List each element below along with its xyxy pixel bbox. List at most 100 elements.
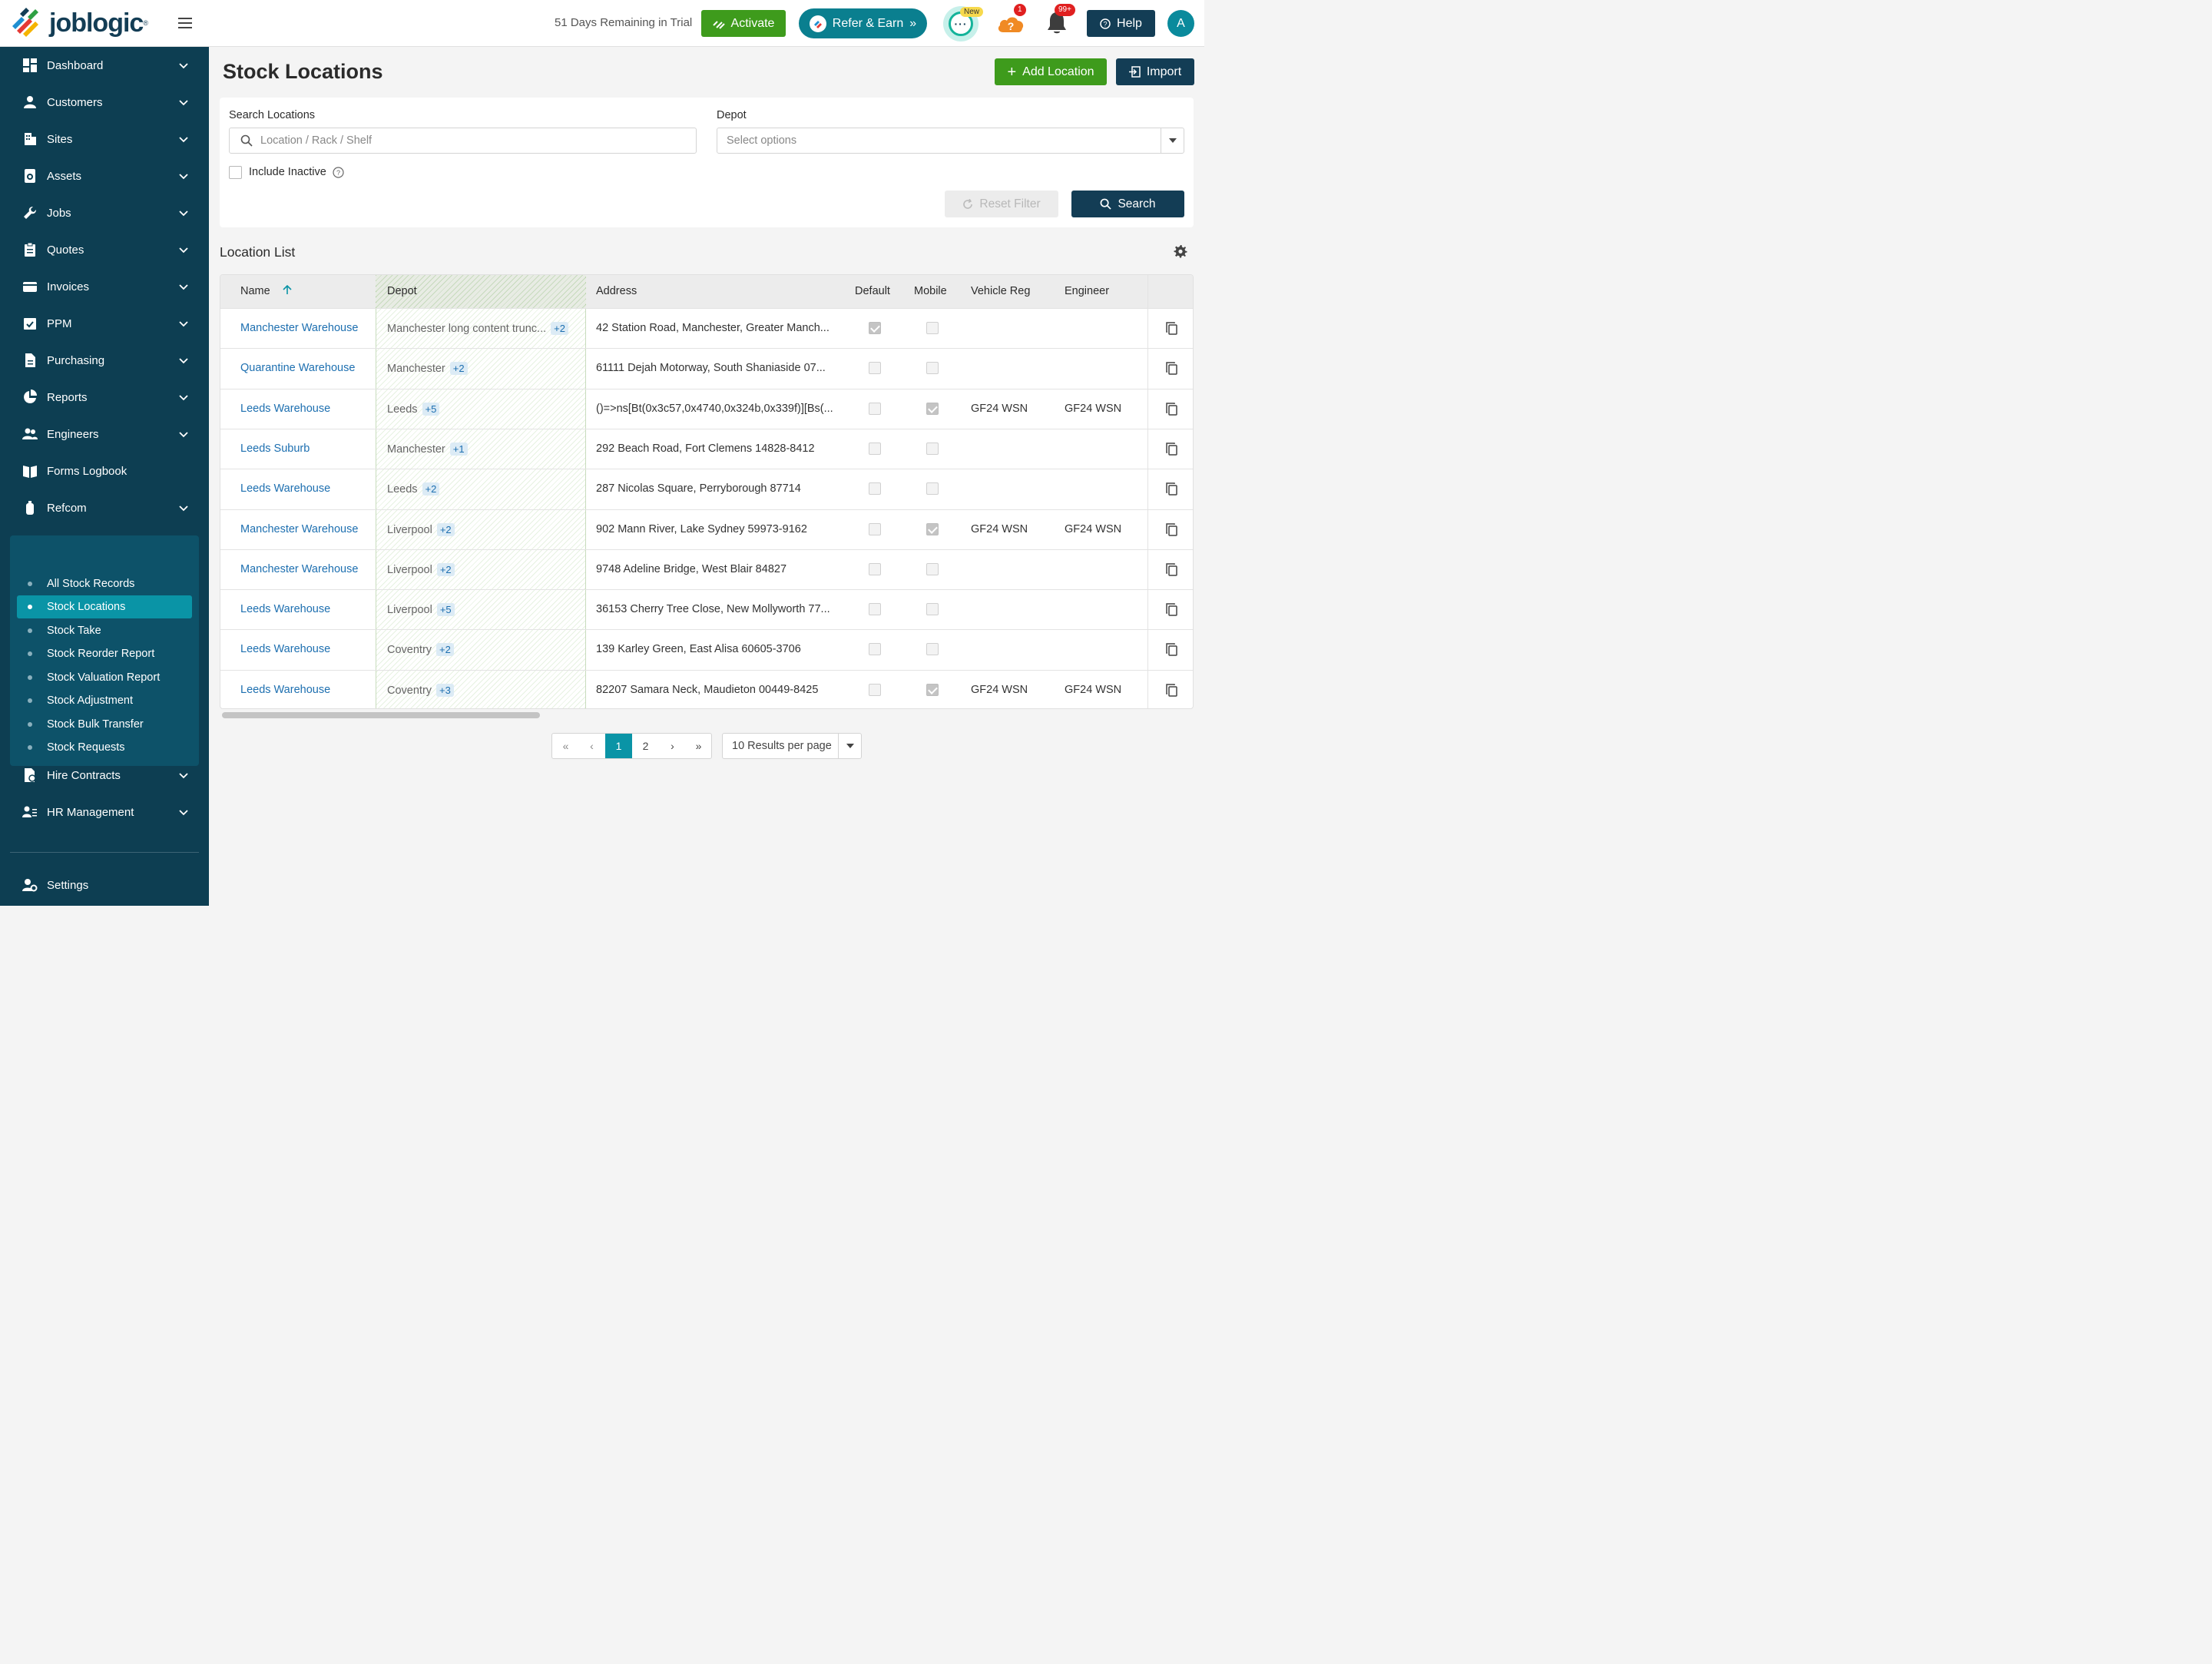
more-depots-badge[interactable]: +2 [436,562,455,576]
first-page-button[interactable]: « [552,734,579,758]
results-per-page-select[interactable]: 10 Results per page [722,733,862,759]
brand-logo[interactable]: joblogic ® [9,8,148,38]
stock-submenu-item-stock-valuation-report[interactable]: Stock Valuation Report [17,666,192,689]
search-locations-input[interactable]: Location / Rack / Shelf [229,128,697,154]
more-depots-badge[interactable]: +2 [422,482,440,496]
more-depots-badge[interactable]: +5 [422,402,440,416]
reset-filter-button[interactable]: Reset Filter [945,191,1058,217]
import-button[interactable]: Import [1116,58,1194,85]
location-name-link[interactable]: Leeds Warehouse [240,603,330,615]
copy-icon[interactable] [1166,643,1177,657]
next-page-button[interactable]: › [659,734,686,758]
default-checkbox [869,522,881,535]
sidebar-item-hr-management[interactable]: HR Management [0,794,209,830]
more-depots-badge[interactable]: +3 [436,683,454,697]
location-name-link[interactable]: Leeds Suburb [240,443,310,455]
location-name-link[interactable]: Manchester Warehouse [240,563,358,575]
more-depots-badge[interactable]: +2 [449,362,468,376]
copy-icon[interactable] [1166,683,1177,697]
sidebar-item-engineers[interactable]: Engineers [0,416,209,452]
default-checkbox [869,562,881,575]
column-header-vehicle-reg[interactable]: Vehicle Reg [971,285,1030,297]
submenu-label: Stock Requests [47,741,125,754]
results-per-page-value: 10 Results per page [732,740,832,752]
stock-submenu-item-stock-adjustment[interactable]: Stock Adjustment [17,689,192,712]
copy-icon[interactable] [1166,482,1177,496]
per-page-dropdown-toggle[interactable] [838,734,861,758]
stock-submenu-item-stock-locations[interactable]: Stock Locations [17,595,192,618]
last-page-button[interactable]: » [685,734,712,758]
column-header-default[interactable]: Default [855,285,890,297]
stock-submenu-item-stock-take[interactable]: Stock Take [17,619,192,642]
location-name-link[interactable]: Manchester Warehouse [240,322,358,334]
help-circle-icon[interactable]: ? [333,167,344,178]
sidebar-item-settings[interactable]: Settings [0,867,209,903]
location-name-link[interactable]: Leeds Warehouse [240,684,330,696]
sidebar-item-customers[interactable]: Customers [0,84,209,121]
column-header-name[interactable]: Name [240,284,292,297]
sidebar-item-reports[interactable]: Reports [0,379,209,416]
default-checkbox [869,482,881,496]
table-row: Leeds Suburb Manchester +1 292 Beach Road, … [220,428,1193,469]
search-button[interactable]: Search [1071,191,1184,217]
support-cloud-icon[interactable]: ? [997,14,1025,34]
more-depots-badge[interactable]: +5 [436,603,455,617]
address-cell: 902 Mann River, Lake Sydney 59973-9162 [596,522,807,535]
previous-page-button[interactable]: ‹ [578,734,605,758]
book-icon [23,466,37,478]
column-header-mobile[interactable]: Mobile [914,285,947,297]
copy-icon[interactable] [1166,603,1177,616]
sidebar-item-jobs[interactable]: Jobs [0,194,209,231]
copy-icon[interactable] [1166,443,1177,456]
copy-icon[interactable] [1166,522,1177,536]
table-row: Manchester Warehouse Manchester long cont… [220,308,1193,348]
more-depots-badge[interactable]: +2 [436,643,454,657]
sidebar-item-assets[interactable]: Assets [0,157,209,194]
copy-icon[interactable] [1166,563,1177,576]
sidebar-item-ppm[interactable]: PPM [0,305,209,342]
pie-chart-icon [24,389,37,403]
location-name-link[interactable]: Manchester Warehouse [240,523,358,535]
stock-submenu-item-stock-bulk-transfer[interactable]: Stock Bulk Transfer [17,713,192,736]
column-header-address[interactable]: Address [596,285,637,297]
more-depots-badge[interactable]: +1 [449,442,468,456]
sidebar-item-dashboard[interactable]: Dashboard [0,47,209,84]
location-name-link[interactable]: Leeds Warehouse [240,403,330,415]
user-avatar[interactable]: A [1167,10,1194,37]
sidebar-item-invoices[interactable]: Invoices [0,268,209,305]
horizontal-scrollbar[interactable] [222,712,540,718]
sidebar-item-quotes[interactable]: Quotes [0,231,209,268]
stock-submenu-item-stock-requests[interactable]: Stock Requests [17,736,192,759]
sidebar-item-purchasing[interactable]: Purchasing [0,342,209,379]
copy-icon[interactable] [1166,322,1177,335]
help-button[interactable]: ? Help [1087,10,1155,37]
include-inactive-checkbox[interactable] [229,166,242,179]
stock-submenu-item-stock-reorder-report[interactable]: Stock Reorder Report [17,642,192,665]
depot-select[interactable]: Select options [717,128,1184,154]
add-location-button[interactable]: + Add Location [995,58,1107,85]
address-cell: 139 Karley Green, East Alisa 60605-3706 [596,643,801,656]
menu-toggle-icon[interactable] [178,18,192,28]
copy-icon[interactable] [1166,402,1177,416]
page-button-1[interactable]: 1 [605,734,632,758]
gear-icon[interactable] [1174,244,1187,258]
refer-earn-button[interactable]: Refer & Earn » [799,8,927,38]
stock-submenu-item-all-stock-records[interactable]: All Stock Records [17,572,192,595]
chevron-down-icon [179,284,188,290]
activate-button[interactable]: Activate [701,10,786,37]
page-button-2[interactable]: 2 [632,734,659,758]
sidebar-item-forms-logbook[interactable]: Forms Logbook [0,452,209,489]
clipboard-icon [25,242,35,257]
column-header-depot[interactable]: Depot [387,285,417,297]
column-header-engineer[interactable]: Engineer [1065,285,1109,297]
copy-icon[interactable] [1166,362,1177,376]
location-name-link[interactable]: Leeds Warehouse [240,482,330,495]
sidebar-item-refcom[interactable]: Refcom [0,489,209,526]
submenu-label: All Stock Records [47,578,135,590]
location-name-link[interactable]: Quarantine Warehouse [240,362,355,374]
more-depots-badge[interactable]: +2 [551,322,568,335]
sidebar-item-sites[interactable]: Sites [0,121,209,157]
depot-dropdown-toggle[interactable] [1161,128,1184,153]
more-depots-badge[interactable]: +2 [436,522,455,536]
location-name-link[interactable]: Leeds Warehouse [240,643,330,655]
